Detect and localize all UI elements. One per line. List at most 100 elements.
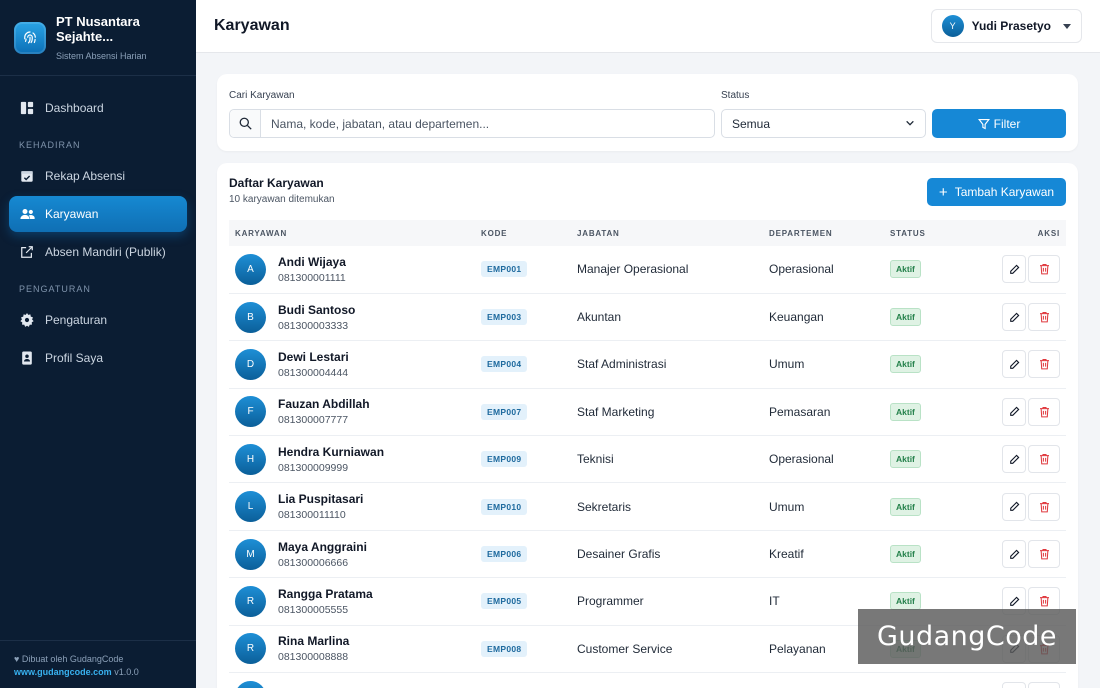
pencil-icon (1009, 454, 1019, 464)
filter-button-label: Filter (993, 116, 1021, 131)
employee-phone: 081300011110 (278, 509, 346, 522)
employee-department: Operasional (769, 262, 834, 277)
employee-phone: 081300004444 (278, 366, 349, 379)
employee-phone: 081300006666 (278, 556, 349, 569)
table-row[interactable]: F Fauzan Abdillah 081300007777 EMP007 St… (229, 388, 1066, 436)
employee-department (763, 673, 884, 688)
delete-button[interactable] (1028, 350, 1060, 379)
avatar: A (235, 253, 266, 285)
employee-code-badge: EMP007 (481, 403, 528, 420)
status-badge: Aktif (890, 355, 921, 374)
column-header-status[interactable]: STATUS (884, 220, 984, 246)
employee-phone: 081300003333 (278, 319, 349, 332)
table-header-row: KARYAWAN KODE JABATAN DEPARTEMEN STATUS … (229, 220, 1066, 246)
table-row[interactable]: H Hendra Kurniawan 081300009999 EMP009 T… (229, 436, 1066, 483)
sidebar-section-kehadiran: KEHADIRAN (19, 140, 81, 150)
delete-button[interactable] (1028, 255, 1060, 284)
external-link-icon (19, 244, 35, 260)
edit-button[interactable] (1002, 540, 1026, 569)
edit-button[interactable] (1002, 445, 1026, 474)
employee-position: Teknisi (577, 452, 614, 467)
pencil-icon (1009, 312, 1019, 322)
app-subtitle: Sistem Absensi Harian (56, 51, 147, 61)
delete-button[interactable] (1028, 303, 1060, 332)
filter-button[interactable]: Filter (932, 109, 1066, 138)
sidebar-item-absen-mandiri[interactable]: Absen Mandiri (Publik) (9, 234, 187, 270)
edit-button[interactable] (1002, 255, 1026, 284)
status-badge: Aktif (890, 592, 921, 611)
avatar: F (235, 396, 266, 428)
chevron-down-icon (905, 117, 915, 131)
employee-name: Andi Wijaya (278, 254, 346, 269)
employee-department: Pemasaran (769, 404, 831, 419)
search-box (229, 109, 715, 138)
heart-icon: ♥ (14, 654, 20, 664)
table-row[interactable]: D Dewi Lestari 081300004444 EMP004 Staf … (229, 341, 1066, 389)
employee-code-badge: EMP006 (481, 546, 528, 563)
sidebar-item-label: Dashboard (45, 101, 104, 115)
pencil-icon (1009, 549, 1019, 559)
avatar: D (235, 348, 266, 380)
trash-icon (1039, 501, 1049, 513)
employee-phone: 081300009999 (278, 461, 349, 474)
sidebar-item-profil-saya[interactable]: Profil Saya (9, 340, 187, 376)
delete-button[interactable] (1028, 445, 1060, 474)
sidebar: PT Nusantara Sejahte... Sistem Absensi H… (0, 0, 196, 688)
edit-button[interactable] (1002, 350, 1026, 379)
trash-icon (1039, 549, 1049, 560)
column-header-karyawan[interactable]: KARYAWAN (229, 220, 475, 246)
edit-button[interactable] (1002, 682, 1026, 688)
employee-code-badge: EMP004 (481, 356, 528, 373)
edit-button[interactable] (1002, 303, 1026, 332)
employee-department: Kreatif (769, 547, 804, 562)
caret-down-icon (1063, 23, 1071, 29)
calendar-check-icon (19, 168, 35, 184)
sidebar-item-pengaturan[interactable]: Pengaturan (9, 302, 187, 338)
table-row[interactable]: M Maya Anggraini 081300006666 EMP006 Des… (229, 530, 1066, 578)
employee-department: Operasional (769, 452, 834, 467)
column-header-departemen[interactable]: DEPARTEMEN (763, 220, 884, 246)
sidebar-item-dashboard[interactable]: Dashboard (9, 90, 187, 126)
employee-name: Hendra Kurniawan (278, 444, 385, 459)
sidebar-item-rekap-absensi[interactable]: Rekap Absensi (9, 158, 187, 194)
employee-name: Budi Santoso (278, 302, 356, 317)
status-select[interactable]: Semua (721, 109, 926, 138)
delete-button[interactable] (1028, 540, 1060, 569)
edit-button[interactable] (1002, 492, 1026, 521)
column-header-jabatan[interactable]: JABATAN (571, 220, 763, 246)
pencil-icon (1009, 406, 1019, 417)
employee-position: Customer Service (577, 641, 673, 656)
footer-credit: Dibuat oleh GudangCode (21, 654, 124, 664)
filter-card: Cari Karyawan Status Semua Filter (217, 74, 1078, 151)
user-menu-button[interactable]: Y Yudi Prasetyo (930, 9, 1082, 43)
employee-position: Sekretaris (577, 499, 632, 514)
edit-button[interactable] (1002, 397, 1026, 426)
brand[interactable]: PT Nusantara Sejahte... Sistem Absensi H… (0, 0, 196, 76)
status-label: Status (721, 90, 750, 101)
avatar: R (235, 633, 266, 665)
sidebar-item-label: Rekap Absensi (45, 169, 126, 183)
employee-department: Umum (769, 357, 805, 372)
delete-button[interactable] (1028, 492, 1060, 521)
employee-phone: 081300001111 (278, 271, 346, 284)
sidebar-item-karyawan[interactable]: Karyawan (9, 196, 187, 232)
table-row[interactable]: S Siti Nurhaliza (229, 673, 1066, 688)
search-input[interactable] (261, 116, 701, 131)
footer-link[interactable]: www.gudangcode.com (14, 667, 112, 677)
sidebar-nav: Dashboard KEHADIRAN Rekap Absensi Karyaw… (0, 76, 196, 376)
employee-code-badge: EMP009 (481, 451, 528, 468)
employee-position: Staf Administrasi (577, 357, 667, 372)
column-header-kode[interactable]: KODE (475, 220, 571, 246)
add-employee-button[interactable]: + Tambah Karyawan (927, 178, 1066, 206)
sidebar-section-pengaturan: PENGATURAN (19, 284, 91, 294)
delete-button[interactable] (1028, 397, 1060, 426)
delete-button[interactable] (1028, 682, 1060, 688)
employee-phone: 081300005555 (278, 603, 349, 616)
table-row[interactable]: B Budi Santoso 081300003333 EMP003 Akunt… (229, 293, 1066, 341)
employee-name: Dewi Lestari (278, 349, 349, 364)
sidebar-item-label: Profil Saya (45, 351, 104, 365)
table-row[interactable]: L Lia Puspitasari 081300011110 EMP010 Se… (229, 483, 1066, 531)
table-row[interactable]: A Andi Wijaya 081300001111 EMP001 Manaje… (229, 246, 1066, 294)
funnel-icon (977, 118, 990, 129)
employee-name: Rangga Pratama (278, 586, 373, 601)
